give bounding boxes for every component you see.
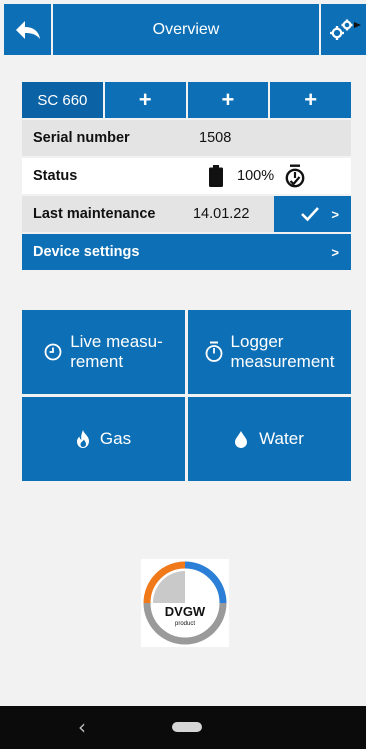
- status-row: Status 100%: [22, 158, 351, 194]
- battery-icon: [209, 165, 223, 187]
- tab-add-2[interactable]: +: [187, 82, 269, 118]
- nav-back-button[interactable]: ‹: [78, 715, 86, 739]
- gas-button[interactable]: Gas: [22, 397, 185, 481]
- serial-value: 1508: [199, 130, 232, 146]
- back-button[interactable]: [4, 4, 51, 55]
- maintenance-row: Last maintenance 14.01.22 >: [22, 196, 352, 232]
- settings-button[interactable]: [321, 4, 366, 55]
- maintenance-arrow: >: [331, 206, 340, 222]
- battery-percent: 100%: [237, 168, 275, 184]
- live-measurement-label: Live measu- rement: [70, 332, 163, 371]
- maintenance-label: Last maintenance: [33, 206, 156, 222]
- maintenance-date: 14.01.22: [192, 206, 250, 222]
- gears-icon: [329, 19, 361, 40]
- gas-label: Gas: [99, 429, 132, 448]
- device-tabs: SC 660 + + +: [22, 82, 351, 118]
- page-title: Overview: [53, 4, 319, 55]
- device-settings-button[interactable]: Device settings >: [22, 234, 351, 270]
- device-settings-arrow: >: [331, 244, 339, 260]
- logo-subtext: product: [175, 621, 195, 627]
- logo-text: DVGW: [165, 604, 206, 619]
- maintenance-button[interactable]: >: [273, 196, 352, 232]
- status-label: Status: [33, 168, 78, 184]
- logger-measurement-button[interactable]: Logger measurement: [188, 310, 351, 394]
- tab-add-3[interactable]: +: [270, 82, 351, 118]
- stopwatch-icon: [205, 341, 222, 362]
- measurement-tiles: Live measu- rement Logger measurement Ga…: [22, 310, 351, 481]
- checkmark-icon: [300, 207, 319, 222]
- clock-icon: [44, 343, 62, 361]
- status-values: 100%: [185, 164, 351, 188]
- dvgw-logo: DVGW product: [141, 559, 229, 647]
- tab-sc660[interactable]: SC 660: [22, 82, 103, 118]
- device-info: Serial number 1508 Status 100% Last main…: [22, 120, 352, 270]
- app-header: Overview: [0, 0, 366, 59]
- stopwatch-icon: [285, 164, 305, 188]
- flame-icon: [76, 430, 89, 448]
- live-measurement-button[interactable]: Live measu- rement: [22, 310, 185, 394]
- water-label: Water: [259, 429, 304, 448]
- water-button[interactable]: Water: [188, 397, 351, 481]
- system-nav-bar: ‹: [0, 706, 366, 749]
- device-settings-label: Device settings: [33, 244, 140, 260]
- logger-measurement-label: Logger measurement: [230, 332, 335, 371]
- nav-home-pill[interactable]: [172, 722, 202, 732]
- serial-row: Serial number 1508: [22, 120, 351, 156]
- serial-label: Serial number: [33, 130, 130, 146]
- tab-add-1[interactable]: +: [104, 82, 186, 118]
- water-drop-icon: [235, 430, 248, 448]
- back-arrow-icon: [15, 20, 40, 39]
